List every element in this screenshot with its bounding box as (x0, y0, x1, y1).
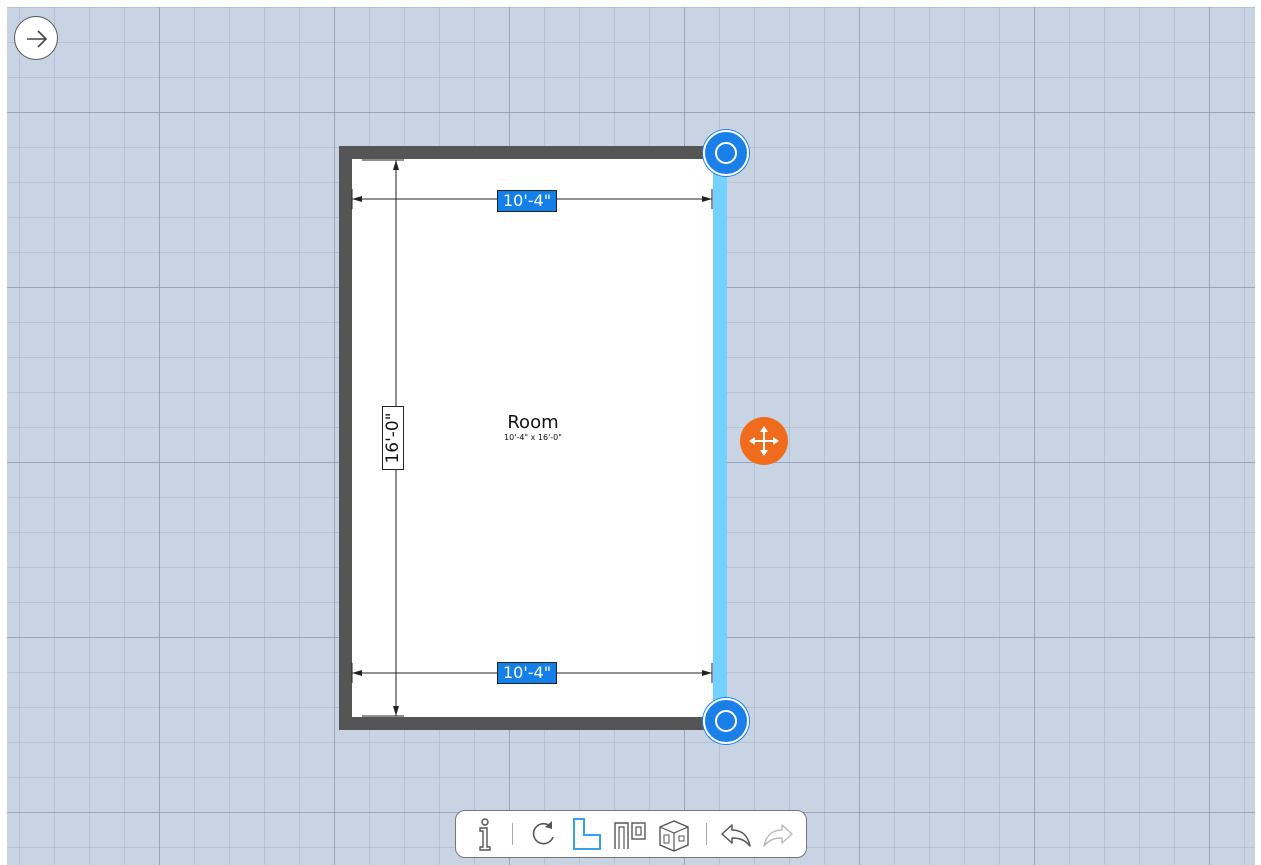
circle-icon (715, 710, 737, 732)
redo-button[interactable] (760, 811, 796, 857)
rotate-icon (532, 821, 554, 845)
move-arrows-icon (749, 426, 779, 456)
wall-move-handle[interactable] (740, 417, 788, 465)
room-shape-icon (573, 818, 601, 850)
corner-handle-bottom-right[interactable] (703, 698, 749, 744)
room-dimensions: 10'-4" x 16'-0" (504, 433, 562, 442)
bottom-toolbar (455, 810, 807, 858)
dimension-lines (351, 159, 713, 717)
3d-view-button[interactable] (654, 811, 694, 857)
undo-button[interactable] (718, 811, 754, 857)
corner-handle-top-right[interactable] (703, 130, 749, 176)
rotate-button[interactable] (526, 811, 560, 857)
circle-icon (715, 142, 737, 164)
toolbar-separator (706, 823, 707, 845)
dimension-height[interactable]: 16'-0" (382, 406, 404, 470)
redo-icon (763, 824, 793, 847)
doors-windows-icon (614, 822, 646, 849)
undo-icon (721, 824, 751, 847)
3d-view-icon (659, 820, 689, 852)
dimension-width-bottom[interactable]: 10'-4" (497, 662, 558, 684)
toolbar-separator (512, 823, 513, 845)
room-label[interactable]: Room 10'-4" x 16'-0" (478, 413, 588, 443)
room-shape-button[interactable] (568, 811, 606, 857)
info-button[interactable] (470, 811, 500, 857)
info-icon (479, 818, 491, 851)
room-name: Room (507, 412, 559, 433)
doors-windows-button[interactable] (610, 811, 650, 857)
dimension-width-top[interactable]: 10'-4" (497, 190, 558, 212)
